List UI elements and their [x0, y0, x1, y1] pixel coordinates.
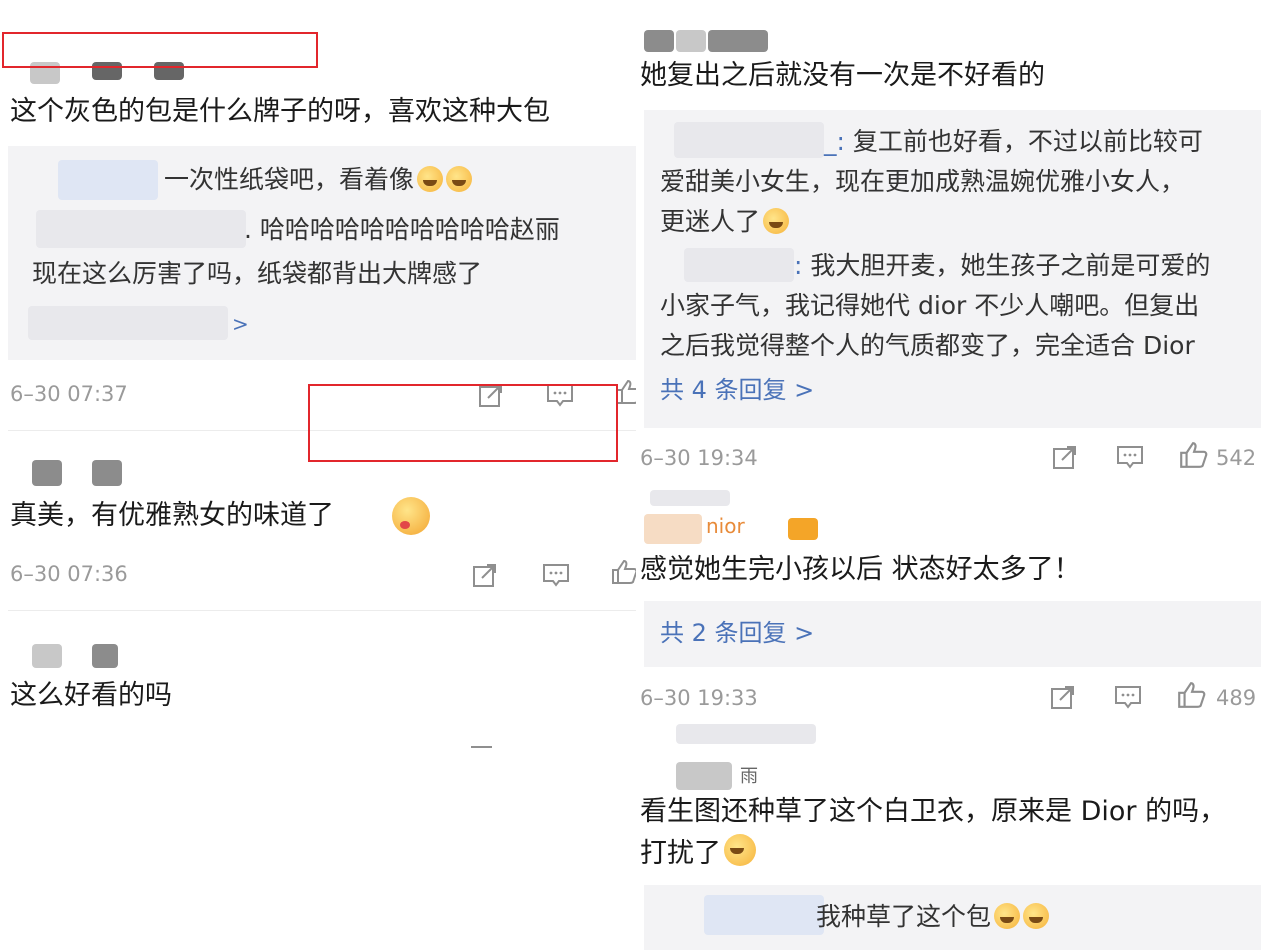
- more-replies-link[interactable]: 共 4 条回复 >: [660, 370, 814, 410]
- avatar-blur: [32, 460, 62, 486]
- reply-text: 小家子气，我记得她代 dior 不少人嘲吧。但复出: [660, 291, 1200, 320]
- laugh-cry-emoji-icon: [417, 166, 444, 192]
- share-icon[interactable]: [1050, 684, 1076, 710]
- divider: [8, 610, 636, 611]
- reply-panel: 一次性纸袋吧，看着像 . 哈哈哈哈哈哈哈哈哈哈赵丽 现在这么厉害了吗，纸袋都背出…: [8, 146, 636, 360]
- avatar-blur: [650, 490, 730, 506]
- like-icon[interactable]: [1176, 680, 1206, 710]
- right-screenshot: 她复出之后就没有一次是不好看的 _: 复工前也好看，不过以前比较可 爱甜美小女生…: [636, 0, 1269, 950]
- like-icon[interactable]: [1178, 440, 1208, 470]
- highlight-box: [2, 32, 318, 68]
- reply-username-blur: [674, 122, 824, 158]
- comment-text: 看生图还种草了这个白卫衣，原来是 Dior 的吗，: [640, 796, 1227, 827]
- laugh-cry-emoji-icon: [1023, 903, 1050, 929]
- username-blur: [708, 30, 768, 52]
- reply-text: 爱甜美小女生，现在更加成熟温婉优雅小女人，: [660, 167, 1186, 196]
- reply-text: 一次性纸袋吧，看着像: [164, 160, 473, 200]
- more-replies-link[interactable]: >: [232, 304, 249, 344]
- avatar-blur: [32, 644, 62, 668]
- vip-badge-icon: [788, 518, 818, 540]
- comment-icon[interactable]: [542, 562, 570, 588]
- username-blur: [92, 460, 122, 486]
- comment-text: 她复出之后就没有一次是不好看的: [640, 60, 1045, 91]
- comment-text: 真美，有优雅熟女的味道了: [10, 500, 334, 531]
- share-icon[interactable]: [1052, 444, 1078, 470]
- comment-text: 感觉她生完小孩以后 状态好太多了！: [640, 554, 1081, 585]
- username: nior: [706, 514, 745, 538]
- reply-text: 我种草了这个包: [816, 897, 1050, 937]
- share-icon[interactable]: [470, 742, 496, 748]
- reply-text: : 我大胆开麦，她生孩子之前是可爱的: [794, 251, 1211, 280]
- comment-text: 这么好看的吗: [10, 680, 172, 711]
- comment-text: 打扰了: [640, 834, 756, 872]
- avatar-blur: [676, 724, 816, 744]
- username: 雨: [740, 766, 758, 787]
- like-count: 542: [1216, 446, 1257, 470]
- laugh-cry-emoji-icon: [994, 903, 1021, 929]
- avatar-blur: [644, 514, 702, 544]
- username-blur: [676, 30, 706, 52]
- reply-text: _: 复工前也好看，不过以前比较可: [824, 127, 1203, 156]
- reply-text: 之后我觉得整个人的气质都变了，完全适合 Dior: [660, 331, 1195, 360]
- share-icon[interactable]: [472, 562, 498, 588]
- reply-username-blur: [58, 160, 158, 200]
- avatar-blur: [676, 762, 732, 790]
- like-icon[interactable]: [610, 558, 636, 586]
- reply-username-blur: [36, 210, 246, 248]
- laugh-cry-emoji-icon: [446, 166, 473, 192]
- comment-text: 这个灰色的包是什么牌子的呀，喜欢这种大包: [10, 96, 550, 127]
- blush-emoji-icon: [392, 497, 430, 535]
- timestamp: 6–30 19:33: [640, 686, 758, 710]
- smile-emoji-icon: [763, 208, 790, 234]
- avatar-blur: [644, 30, 674, 52]
- highlight-box: [308, 384, 618, 462]
- laugh-cry-emoji-icon: [724, 834, 756, 866]
- reply-panel: 我种草了这个包: [644, 885, 1261, 950]
- reply-text: . 哈哈哈哈哈哈哈哈哈哈赵丽: [244, 215, 560, 244]
- reply-username-blur: [704, 895, 824, 935]
- reply-username-blur: [28, 306, 228, 340]
- timestamp: 6–30 07:36: [10, 562, 128, 586]
- reply-text: 更迷人了: [660, 202, 790, 242]
- username-blur: [92, 644, 118, 668]
- more-replies-link[interactable]: 共 2 条回复 >: [660, 613, 814, 653]
- like-count: 489: [1216, 686, 1257, 710]
- comment-icon[interactable]: [1116, 444, 1144, 470]
- reply-text: 现在这么厉害了吗，纸袋都背出大牌感了: [32, 259, 483, 288]
- comment-icon[interactable]: [1114, 684, 1142, 710]
- reply-panel: _: 复工前也好看，不过以前比较可 爱甜美小女生，现在更加成熟温婉优雅小女人， …: [644, 110, 1261, 428]
- timestamp: 6–30 19:34: [640, 446, 758, 470]
- reply-panel: 共 2 条回复 >: [644, 601, 1261, 667]
- reply-username-blur: [684, 248, 794, 282]
- timestamp: 6–30 07:37: [10, 382, 128, 406]
- left-screenshot: 这个灰色的包是什么牌子的呀，喜欢这种大包 一次性纸袋吧，看着像 . 哈哈哈哈哈哈…: [0, 0, 636, 748]
